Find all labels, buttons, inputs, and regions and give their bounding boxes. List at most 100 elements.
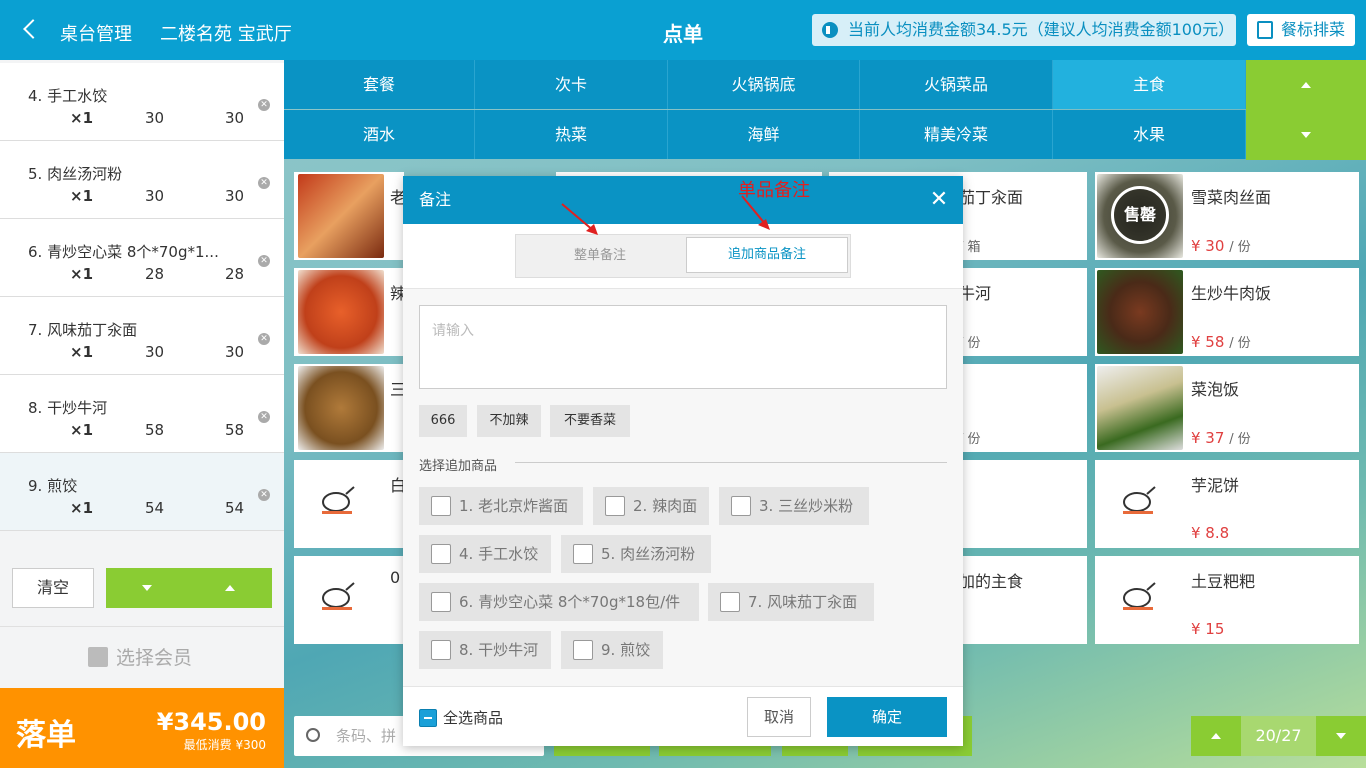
dish-card[interactable]: 0 (294, 556, 404, 644)
tab-category[interactable]: 火锅锅底 (668, 60, 860, 109)
sold-out-badge: 售罄 (1111, 186, 1169, 244)
dish-card[interactable]: 生炒牛肉饭 ¥ 58 / 份 (1095, 268, 1359, 356)
item-checkbox-label: 2. 辣肉面 (633, 497, 698, 515)
item-qty: ×1 (70, 109, 94, 127)
pager: 20/27 (1191, 716, 1366, 756)
item-checkbox[interactable]: 4. 手工水饺 (419, 535, 551, 573)
order-item[interactable]: 7. 风味茄丁汆面 ×1 30 30 ✕ (0, 297, 284, 375)
tab-category[interactable]: 酒水 (284, 110, 475, 159)
tab-category[interactable]: 水果 (1053, 110, 1246, 159)
item-checkbox-label: 8. 干炒牛河 (459, 641, 539, 659)
dish-photo (298, 270, 384, 354)
table-name: 二楼名苑 宝武厅 (160, 24, 292, 45)
dish-card[interactable]: 菜泡饭 ¥ 37 / 份 (1095, 364, 1359, 452)
item-checkbox[interactable]: 6. 青炒空心菜 8个*70g*18包/件 (419, 583, 699, 621)
item-total: 30 (225, 187, 245, 205)
remove-icon[interactable]: ✕ (258, 255, 270, 267)
checkbox-icon (573, 640, 593, 660)
tab-item-remark[interactable]: 追加商品备注 (686, 237, 848, 273)
checkbox-icon (431, 640, 451, 660)
dish-name: 雪菜肉丝面 (1191, 188, 1272, 207)
annotation-label: 单品备注 (738, 180, 810, 201)
tab-category[interactable]: 次卡 (475, 60, 668, 109)
up-icon (1211, 733, 1221, 739)
dish-card[interactable]: 老 (294, 172, 406, 260)
item-checkbox[interactable]: 9. 煎饺 (561, 631, 663, 669)
order-panel: 4. 手工水饺 ×1 30 30 ✕ 5. 肉丝汤河粉 ×1 30 30 ✕ 6. 青炒空心菜 … (0, 60, 284, 768)
page-prev-button[interactable] (1191, 716, 1241, 756)
remark-input[interactable]: 请输入 (419, 305, 947, 389)
item-checkbox[interactable]: 7. 风味茄丁汆面 (708, 583, 874, 621)
item-checkbox[interactable]: 3. 三丝炒米粉 (719, 487, 869, 525)
item-name: 4. 手工水饺 (28, 87, 108, 105)
quick-remark-tag[interactable]: 666 (419, 405, 467, 437)
item-name: 8. 干炒牛河 (28, 399, 108, 417)
dish-price: ¥ 8.8 (1191, 524, 1230, 542)
order-item[interactable]: 5. 肉丝汤河粉 ×1 30 30 ✕ (0, 141, 284, 219)
cancel-button[interactable]: 取消 (747, 697, 811, 737)
dish-card[interactable]: 三 (294, 364, 406, 452)
back-label[interactable]: 桌台管理 (60, 20, 132, 46)
order-item[interactable]: 9. 煎饺 ×1 54 54 ✕ (0, 453, 284, 531)
dish-card[interactable]: 辣 (294, 268, 406, 356)
tab-category[interactable]: 热菜 (475, 110, 668, 159)
remove-icon[interactable]: ✕ (258, 333, 270, 345)
category-up-icon[interactable] (1301, 82, 1311, 88)
item-qty: ×1 (70, 343, 94, 361)
dish-card[interactable]: 芋泥饼 ¥ 8.8 (1095, 460, 1359, 548)
dish-card[interactable]: 售罄 雪菜肉丝面 ¥ 30 / 份 (1095, 172, 1359, 260)
remove-icon[interactable]: ✕ (258, 99, 270, 111)
remove-icon[interactable]: ✕ (258, 411, 270, 423)
item-checkbox[interactable]: 2. 辣肉面 (593, 487, 709, 525)
item-total: 58 (225, 421, 245, 439)
item-checkbox[interactable]: 1. 老北京炸酱面 (419, 487, 583, 525)
quick-remark-tag[interactable]: 不要香菜 (550, 405, 630, 437)
dish-name: 牛河 (959, 284, 992, 303)
remove-icon[interactable]: ✕ (258, 177, 270, 189)
remove-icon[interactable]: ✕ (258, 489, 270, 501)
dish-photo (298, 366, 384, 450)
scroll-up-icon[interactable] (225, 585, 235, 591)
tab-category[interactable]: 精美冷菜 (860, 110, 1053, 159)
item-checkbox[interactable]: 8. 干炒牛河 (419, 631, 551, 669)
order-item[interactable]: 8. 干炒牛河 ×1 58 58 ✕ (0, 375, 284, 453)
select-member-button[interactable]: 选择会员 (0, 626, 284, 688)
tab-category[interactable]: 海鲜 (668, 110, 860, 159)
checkbox-icon (731, 496, 751, 516)
remark-placeholder: 请输入 (432, 323, 474, 339)
submit-order-button[interactable]: 落单 ¥345.00 最低消费 ¥300 (0, 688, 284, 768)
back-icon[interactable] (23, 19, 43, 39)
order-item[interactable]: 4. 手工水饺 ×1 30 30 ✕ (0, 63, 284, 141)
item-price: 54 (145, 499, 165, 517)
dish-price: ¥ 58 / 份 (1191, 333, 1251, 351)
order-amount: ¥345.00 (156, 708, 266, 736)
dish-name: 茄丁汆面 (959, 188, 1024, 207)
dish-photo (1097, 270, 1183, 354)
top-bar: 桌台管理 二楼名苑 宝武厅 点单 当前人均消费金额34.5元（建议人均消费金额1… (0, 0, 1366, 60)
clear-button[interactable]: 清空 (12, 568, 94, 608)
dish-card[interactable]: 土豆粑粑 ¥ 15 (1095, 556, 1359, 644)
dish-name: 0 (390, 568, 401, 587)
checkbox-partial-icon (419, 709, 437, 727)
scroll-down-icon[interactable] (142, 585, 152, 591)
category-down-icon[interactable] (1301, 132, 1311, 138)
item-checkbox[interactable]: 5. 肉丝汤河粉 (561, 535, 711, 573)
dish-card[interactable]: 白 (294, 460, 406, 548)
spend-notice: 当前人均消费金额34.5元（建议人均消费金额100元） (812, 14, 1236, 46)
order-item[interactable]: 6. 青炒空心菜 8个*70g*1... ×1 28 28 ✕ (0, 219, 284, 297)
page-next-button[interactable] (1316, 716, 1366, 756)
close-icon[interactable]: ✕ (929, 189, 949, 211)
search-placeholder: 条码、拼 (336, 727, 397, 745)
quick-remark-tag[interactable]: 不加辣 (477, 405, 541, 437)
confirm-button[interactable]: 确定 (827, 697, 947, 737)
select-all-checkbox[interactable]: 全选商品 (419, 709, 503, 727)
tab-category[interactable]: 主食 (1053, 60, 1246, 109)
notice-text: 当前人均消费金额34.5元（建议人均消费金额100元） (848, 20, 1235, 39)
checkbox-icon (431, 592, 451, 612)
tab-category[interactable]: 套餐 (284, 60, 475, 109)
badge-sort-button[interactable]: 餐标排菜 (1247, 14, 1355, 46)
item-price: 30 (145, 187, 165, 205)
tab-whole-order-remark[interactable]: 整单备注 (516, 235, 684, 277)
tab-category[interactable]: 火锅菜品 (860, 60, 1053, 109)
dish-name: 土豆粑粑 (1191, 572, 1256, 591)
